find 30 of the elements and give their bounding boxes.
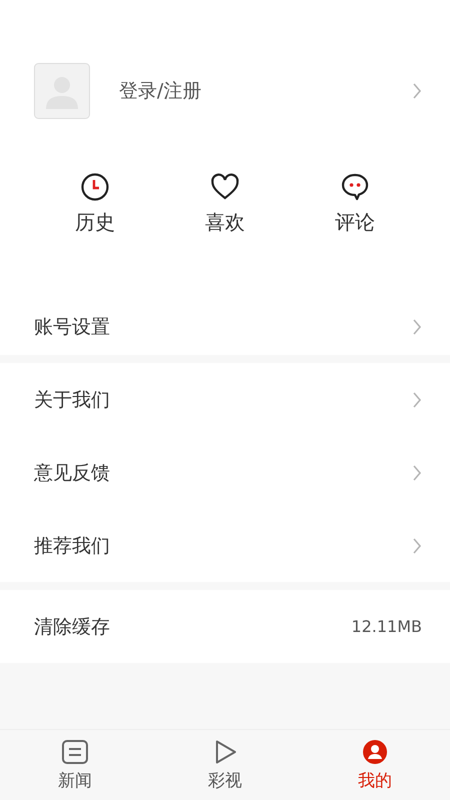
menu-label: 意见反馈	[34, 460, 110, 486]
nav-tab[interactable]: 彩视	[150, 730, 300, 800]
menu-label: 账号设置	[34, 314, 110, 340]
speech-bubble-icon	[340, 172, 370, 202]
menu-item[interactable]: 推荐我们	[0, 509, 450, 582]
news-icon	[61, 738, 89, 764]
menu-item[interactable]: 清除缓存 12.11MB	[0, 590, 450, 663]
profile-icon	[361, 738, 389, 764]
avatar-icon	[34, 63, 90, 119]
chevron-icon	[412, 464, 422, 482]
nav-tab[interactable]: 我的	[300, 730, 450, 800]
menu-item[interactable]: 意见反馈	[0, 436, 450, 509]
cache-size: 12.11MB	[351, 617, 422, 636]
shortcut-button[interactable]: 评论	[315, 172, 395, 236]
menu-label: 清除缓存	[34, 614, 110, 640]
menu-item[interactable]: 关于我们	[0, 363, 450, 436]
chevron-icon	[412, 318, 422, 336]
clock-icon	[80, 172, 110, 202]
menu-label: 推荐我们	[34, 534, 110, 558]
menu-label: 关于我们	[34, 388, 110, 412]
chevron-icon	[412, 536, 422, 554]
chevron-icon	[412, 82, 422, 100]
shortcut-button[interactable]: 喜欢	[185, 172, 265, 236]
shortcut-button[interactable]: 历史	[55, 172, 135, 236]
login-label: 登录/注册	[119, 79, 202, 104]
login-row[interactable]: 登录/注册	[0, 63, 450, 119]
chevron-icon	[412, 390, 422, 408]
menu-item[interactable]: 账号设置	[0, 298, 450, 355]
heart-icon	[210, 172, 240, 202]
nav-tab[interactable]: 新闻	[0, 730, 150, 800]
